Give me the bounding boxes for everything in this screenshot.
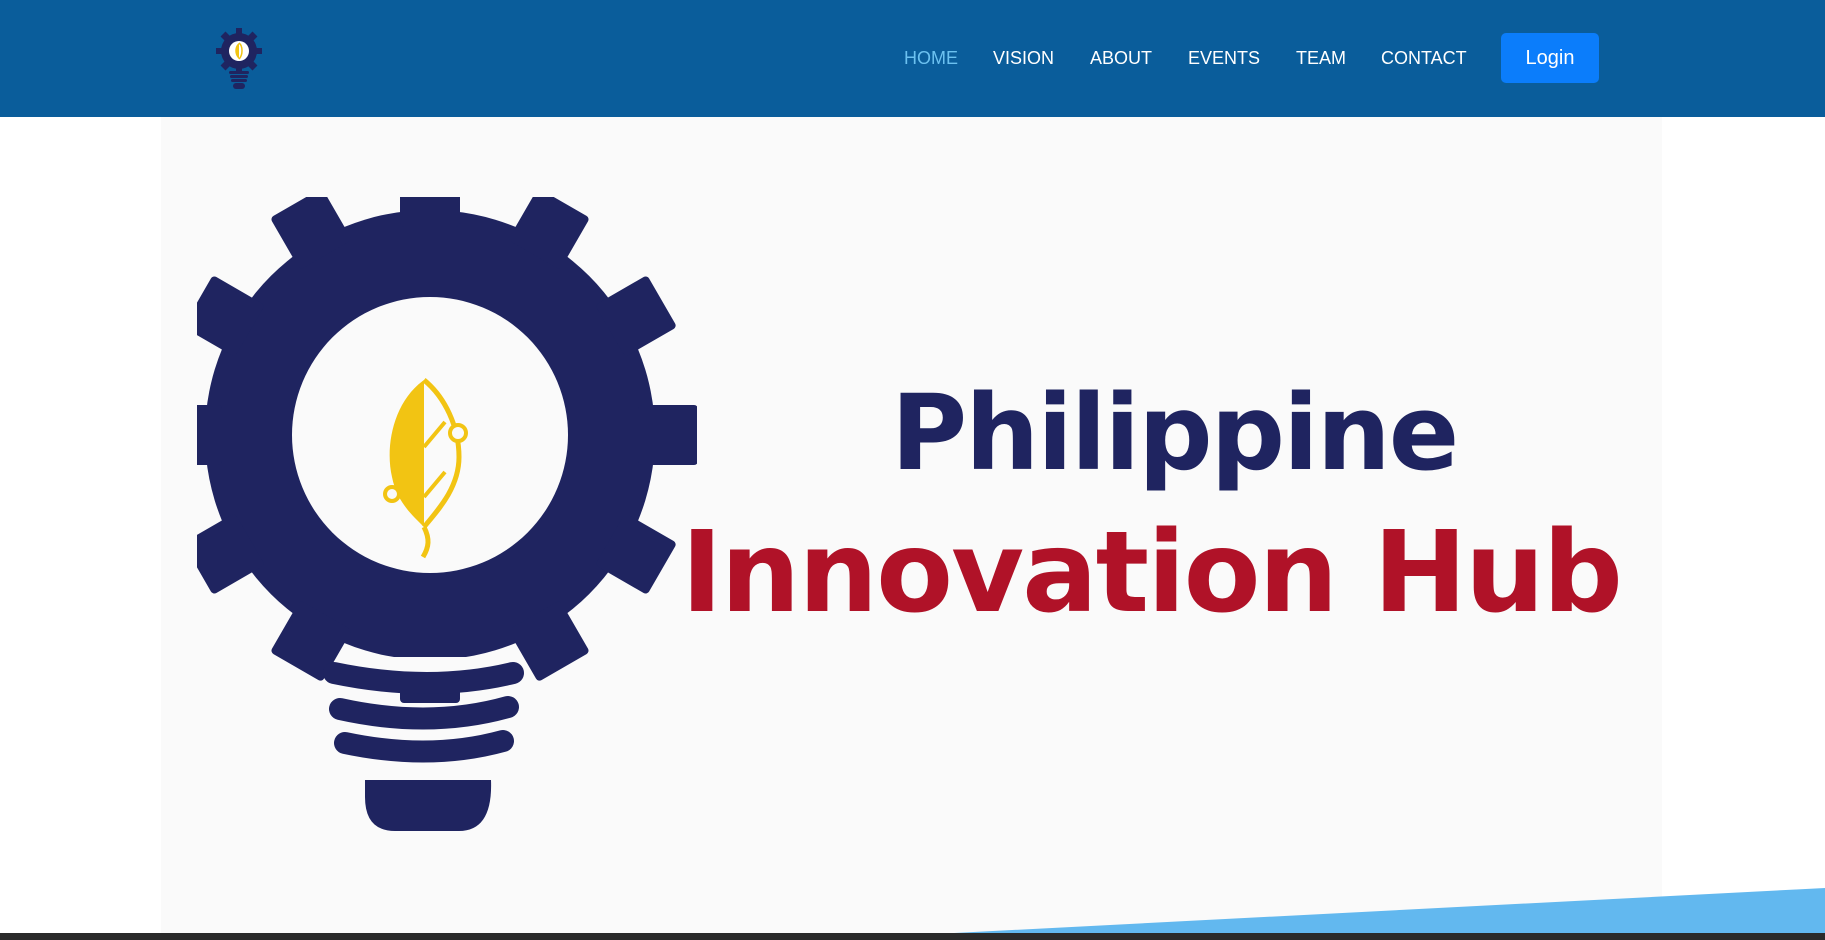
page-bottom-edge [0, 933, 1825, 940]
nav-home-link[interactable]: HOME [904, 48, 958, 68]
nav-team-link[interactable]: TEAM [1296, 48, 1346, 68]
login-button[interactable]: Login [1501, 33, 1599, 83]
nav-about-link[interactable]: ABOUT [1090, 48, 1152, 68]
hero-title-line2: Innovation Hub [681, 508, 1623, 638]
nav-vision-link[interactable]: VISION [993, 48, 1054, 68]
top-navbar: HOME VISION ABOUT EVENTS TEAM CONTACT Lo… [0, 0, 1825, 117]
gear-lightbulb-leaf-icon [162, 167, 698, 857]
decorative-wedge [820, 888, 1825, 940]
hero-title-line1: Philippine [891, 372, 1459, 494]
hero-banner: Philippine Innovation Hub [161, 117, 1662, 935]
nav-events-link[interactable]: EVENTS [1188, 48, 1260, 68]
nav-contact-link[interactable]: CONTACT [1381, 48, 1467, 68]
